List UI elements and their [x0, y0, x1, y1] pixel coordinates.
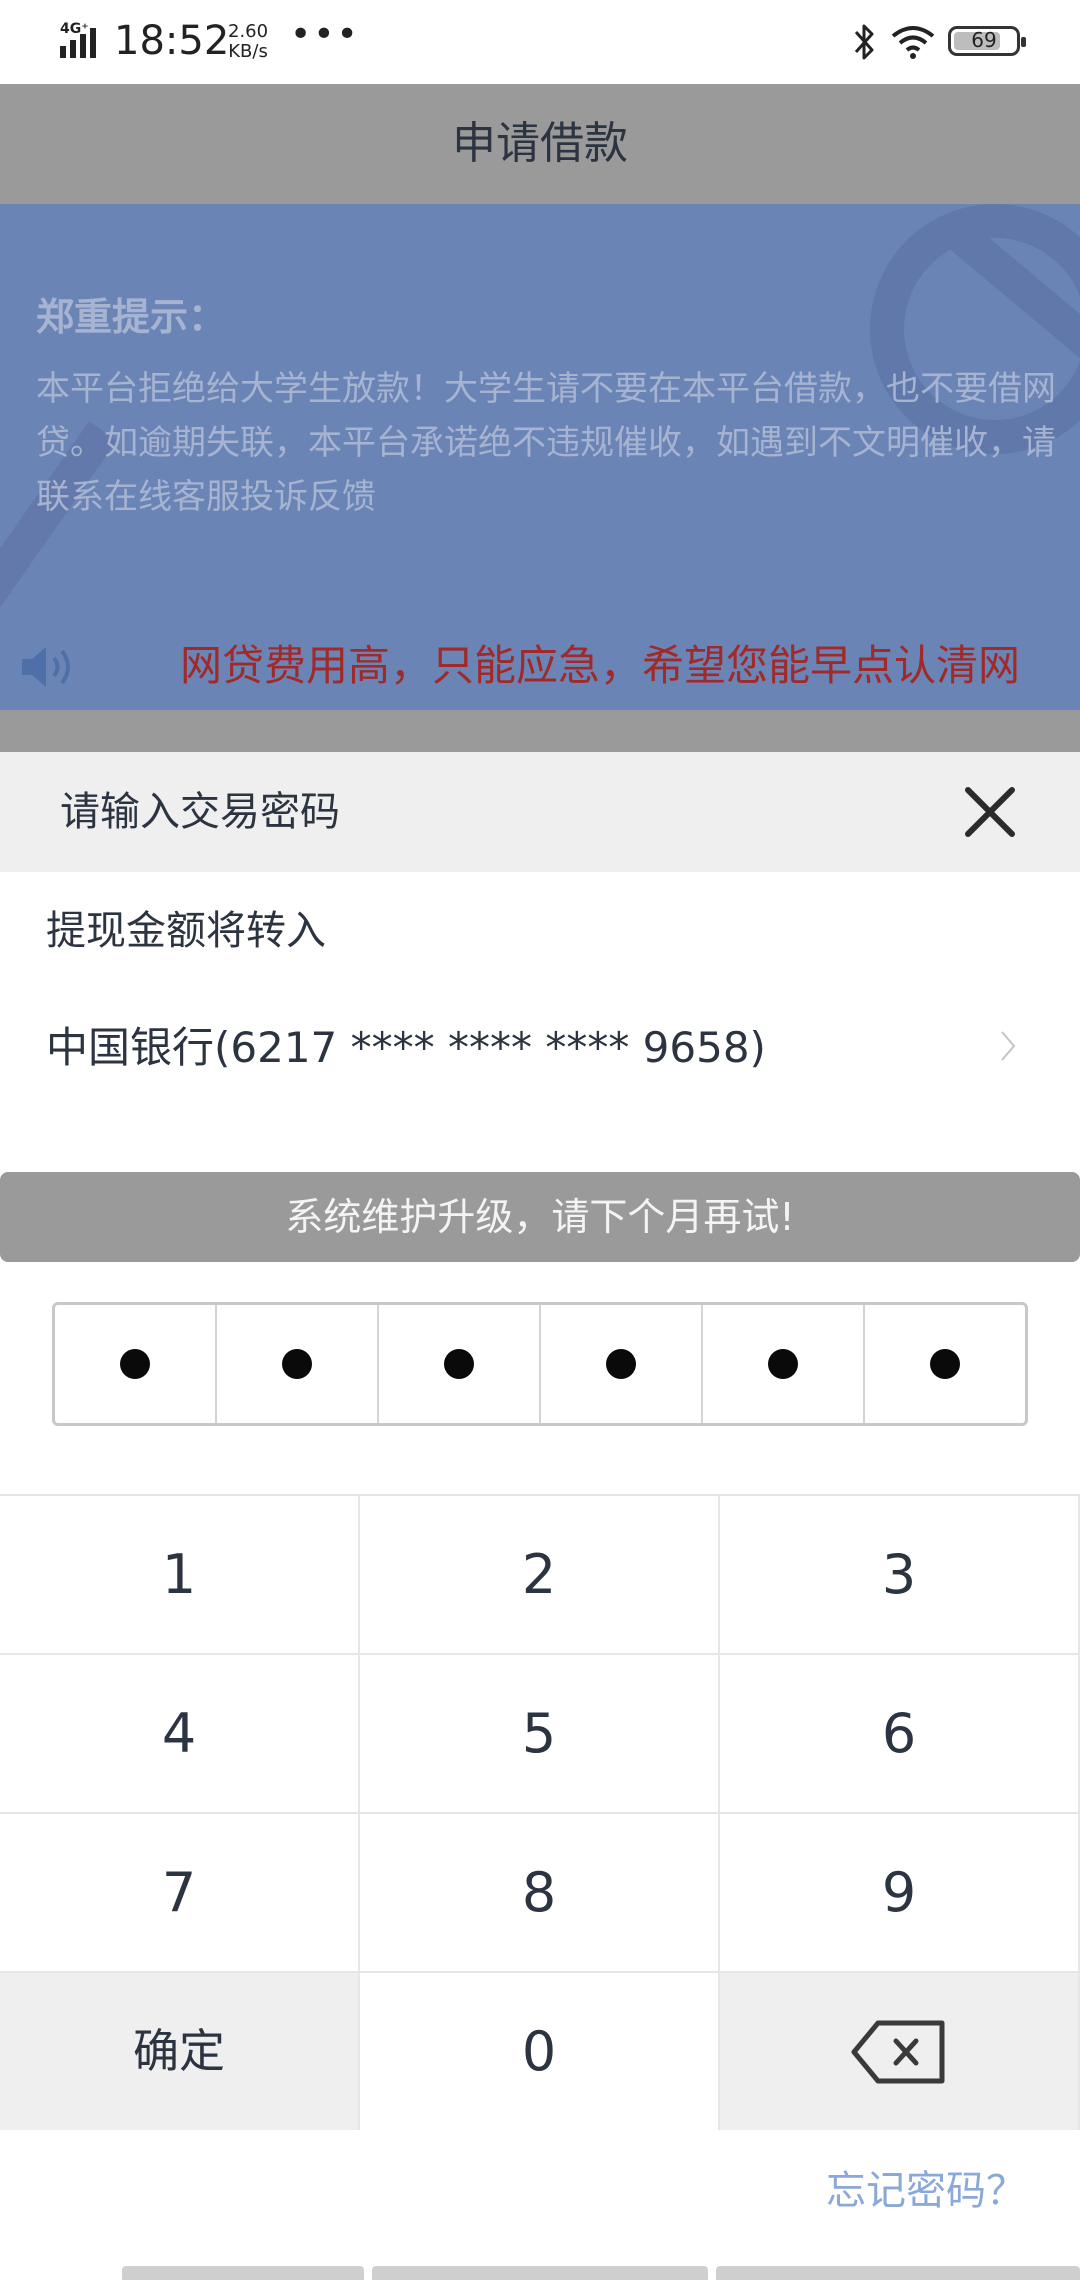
- pin-dot: [930, 1349, 960, 1379]
- forgot-password-link[interactable]: 忘记密码？: [826, 2158, 1026, 2216]
- wifi-icon: [891, 26, 935, 59]
- pin-input[interactable]: [52, 1302, 1028, 1426]
- speed-unit: KB/s: [228, 41, 268, 62]
- key-8[interactable]: 8: [360, 1812, 720, 1971]
- key-1[interactable]: 1: [0, 1494, 360, 1653]
- backspace-icon: [851, 2020, 945, 2084]
- network-speed: 2.60 KB/s: [228, 22, 268, 62]
- key-6[interactable]: 6: [720, 1653, 1080, 1812]
- overlay-gap: [0, 710, 1080, 752]
- close-icon[interactable]: [958, 780, 1022, 844]
- page-title: 申请借款: [452, 118, 628, 169]
- maintenance-banner: 系统维护升级，请下个月再试!: [0, 1172, 1080, 1262]
- marquee-bar: 网贷费用高，只能应急，希望您能早点认清网: [0, 624, 1080, 710]
- key-2[interactable]: 2: [360, 1494, 720, 1653]
- pin-cell: [541, 1305, 703, 1423]
- clock: 18:52: [114, 18, 230, 64]
- key-3[interactable]: 3: [720, 1494, 1080, 1653]
- pin-cell: [703, 1305, 865, 1423]
- battery-level: 69: [971, 28, 997, 52]
- bluetooth-icon: [854, 24, 874, 60]
- bank-card-selector[interactable]: 中国银行(6217 **** **** **** 9658): [0, 1004, 1080, 1100]
- speaker-icon: [22, 647, 70, 687]
- status-bar: 4G⁺ 18:52 2.60 KB/s ••• 69: [0, 0, 1080, 84]
- pin-cell: [865, 1305, 1025, 1423]
- key-9[interactable]: 9: [720, 1812, 1080, 1971]
- password-sheet-title: 请输入交易密码: [60, 789, 340, 835]
- backspace-button[interactable]: [720, 1971, 1080, 2130]
- key-4[interactable]: 4: [0, 1653, 360, 1812]
- maintenance-text: 系统维护升级，请下个月再试!: [285, 1195, 795, 1239]
- key-7[interactable]: 7: [0, 1812, 360, 1971]
- notice-heading: 郑重提示：: [36, 295, 227, 339]
- bank-card-label: 中国银行(6217 **** **** **** 9658): [46, 1023, 766, 1072]
- pin-dot: [606, 1349, 636, 1379]
- battery-icon: 69: [948, 26, 1026, 56]
- chevron-right-icon: [1001, 1031, 1016, 1061]
- app-header: 申请借款: [0, 84, 1080, 204]
- key-0[interactable]: 0: [360, 1971, 720, 2130]
- notice-body: 本平台拒绝给大学生放款！大学生请不要在本平台借款，也不要借网贷。如逾期失联，本平…: [36, 369, 1056, 517]
- password-sheet-header: 请输入交易密码: [0, 752, 1080, 872]
- more-notifications-icon: •••: [290, 14, 360, 55]
- bottom-edge: [0, 2266, 1080, 2280]
- numeric-keypad: 1 2 3 4 5 6 7 8 9 确定 0: [0, 1494, 1080, 2130]
- pin-dot: [444, 1349, 474, 1379]
- pin-cell: [379, 1305, 541, 1423]
- pin-dot: [282, 1349, 312, 1379]
- speed-value: 2.60: [228, 21, 269, 42]
- pin-dot: [768, 1349, 798, 1379]
- pin-dot: [120, 1349, 150, 1379]
- pin-cell: [217, 1305, 379, 1423]
- transfer-label: 提现金额将转入: [46, 908, 326, 954]
- pin-cell: [55, 1305, 217, 1423]
- key-5[interactable]: 5: [360, 1653, 720, 1812]
- notice-banner: 郑重提示： 本平台拒绝给大学生放款！大学生请不要在本平台借款，也不要借网贷。如逾…: [0, 204, 1080, 624]
- marquee-text: 网贷费用高，只能应急，希望您能早点认清网: [180, 641, 1021, 690]
- confirm-button[interactable]: 确定: [0, 1971, 360, 2130]
- signal-icon: 4G⁺: [60, 21, 96, 58]
